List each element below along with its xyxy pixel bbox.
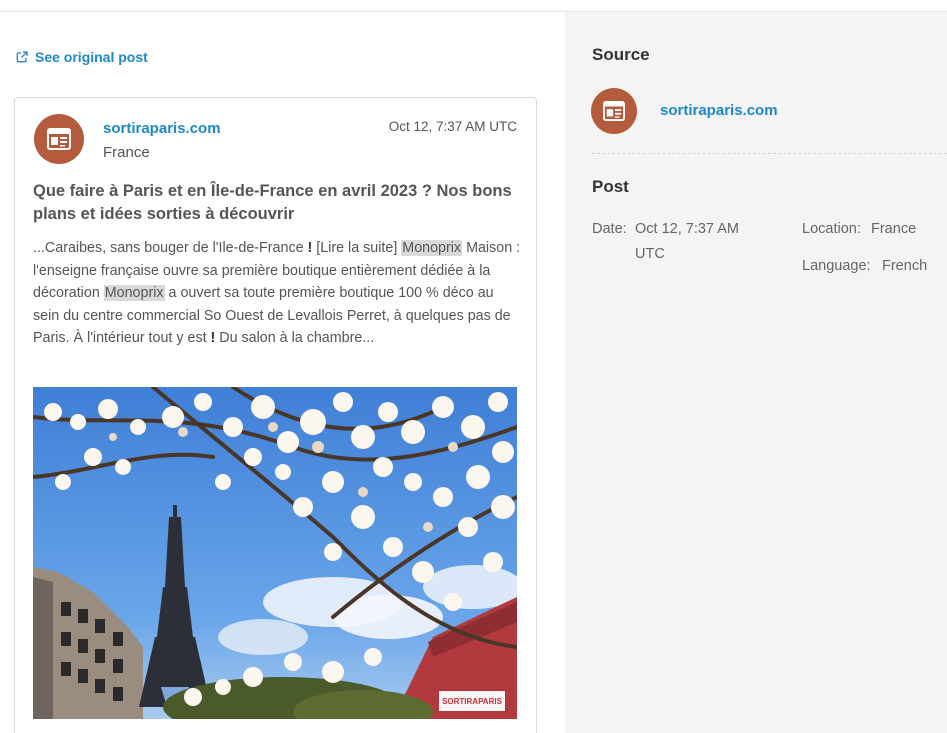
- image-watermark-text: SORTIRAPARIS: [442, 697, 503, 706]
- see-original-post-label: See original post: [35, 49, 148, 65]
- excerpt-text: Du salon à la chambre...: [215, 330, 375, 346]
- date-label: Date:: [592, 221, 627, 237]
- language-label: Language:: [802, 258, 871, 274]
- location-value: France: [871, 221, 917, 237]
- date-value-continued: UTC: [635, 246, 665, 262]
- post-detail-pane: See original post sortiraparis.com Franc…: [0, 12, 565, 733]
- post-section-title: Post: [592, 177, 629, 196]
- card-source-name[interactable]: sortiraparis.com: [103, 120, 221, 137]
- sidebar-source-name[interactable]: sortiraparis.com: [660, 102, 778, 119]
- post-card: sortiraparis.com France Oct 12, 7:37 AM …: [14, 97, 537, 733]
- eiffel-tower-blossom-photo: SORTIRAPARIS: [33, 387, 517, 719]
- location-label: Location:: [802, 221, 861, 237]
- sidebar-source-avatar: [591, 88, 637, 134]
- excerpt-text: ...Caraibes, sans bouger de l'Ile-de-Fra…: [33, 240, 308, 256]
- newspaper-icon: [47, 128, 71, 150]
- keyword-highlight: Monoprix: [401, 240, 463, 256]
- language-value: French: [882, 258, 928, 274]
- source-section-title: Source: [592, 45, 650, 64]
- details-sidebar: Source sortiraparis.com Post Date: Oct 1…: [565, 12, 947, 733]
- card-post-date: Oct 12, 7:37 AM UTC: [388, 119, 517, 134]
- post-headline: Que faire à Paris et en Île-de-France en…: [33, 182, 512, 223]
- external-link-icon: [16, 51, 28, 63]
- see-original-post-link[interactable]: See original post: [16, 49, 148, 65]
- post-excerpt: ...Caraibes, sans bouger de l'Ile-de-Fra…: [33, 237, 521, 350]
- keyword-highlight: Monoprix: [103, 285, 165, 301]
- section-divider: [592, 153, 947, 154]
- newspaper-icon: [603, 101, 625, 121]
- source-avatar: [34, 114, 84, 164]
- excerpt-text: [Lire la suite]: [312, 240, 402, 256]
- date-value: Oct 12, 7:37 AM: [635, 221, 739, 237]
- card-source-country: France: [103, 144, 150, 161]
- post-image[interactable]: SORTIRAPARIS: [33, 387, 517, 719]
